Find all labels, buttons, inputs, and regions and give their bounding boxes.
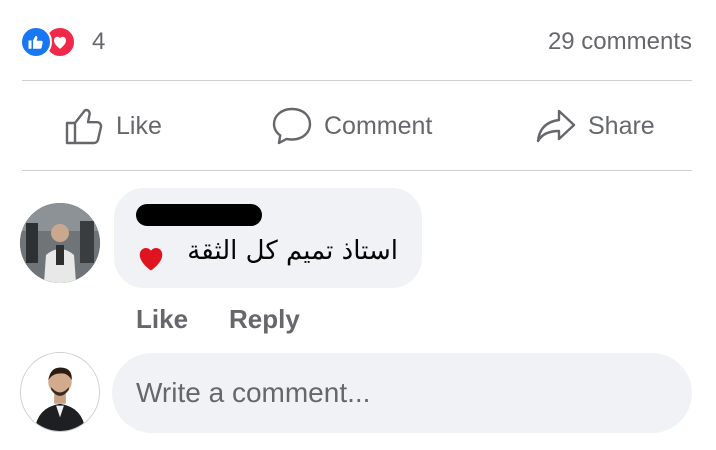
comment-like-button[interactable]: Like [136, 304, 188, 335]
comments-count-link[interactable]: 29 comments [548, 28, 692, 56]
share-label: Share [588, 111, 655, 140]
like-label: Like [116, 111, 162, 140]
heart-icon [139, 248, 163, 271]
redacted-name [136, 204, 262, 226]
like-reaction-icon [20, 26, 52, 58]
comment-bubble[interactable]: استاذ تميم كل الثقة [114, 188, 422, 288]
thumbs-up-icon [65, 108, 103, 145]
comment-label: Comment [324, 111, 433, 140]
current-user-photo [21, 353, 99, 431]
reaction-icons[interactable] [20, 26, 90, 58]
share-icon [536, 109, 576, 143]
comment-button[interactable]: Comment [270, 104, 432, 148]
comment-icon [272, 107, 312, 145]
commenter-avatar[interactable] [20, 203, 100, 283]
like-button[interactable]: Like [62, 104, 162, 148]
reactions-summary[interactable]: 4 29 comments [0, 0, 716, 80]
divider [22, 80, 692, 81]
share-button[interactable]: Share [534, 104, 655, 148]
current-user-avatar[interactable] [20, 352, 100, 432]
divider [22, 170, 692, 171]
reaction-count[interactable]: 4 [92, 28, 105, 56]
commenter-photo [20, 203, 100, 283]
comment-reply-button[interactable]: Reply [229, 304, 300, 335]
comment-text: استاذ تميم كل الثقة [187, 236, 398, 266]
write-comment-input[interactable] [112, 353, 692, 433]
